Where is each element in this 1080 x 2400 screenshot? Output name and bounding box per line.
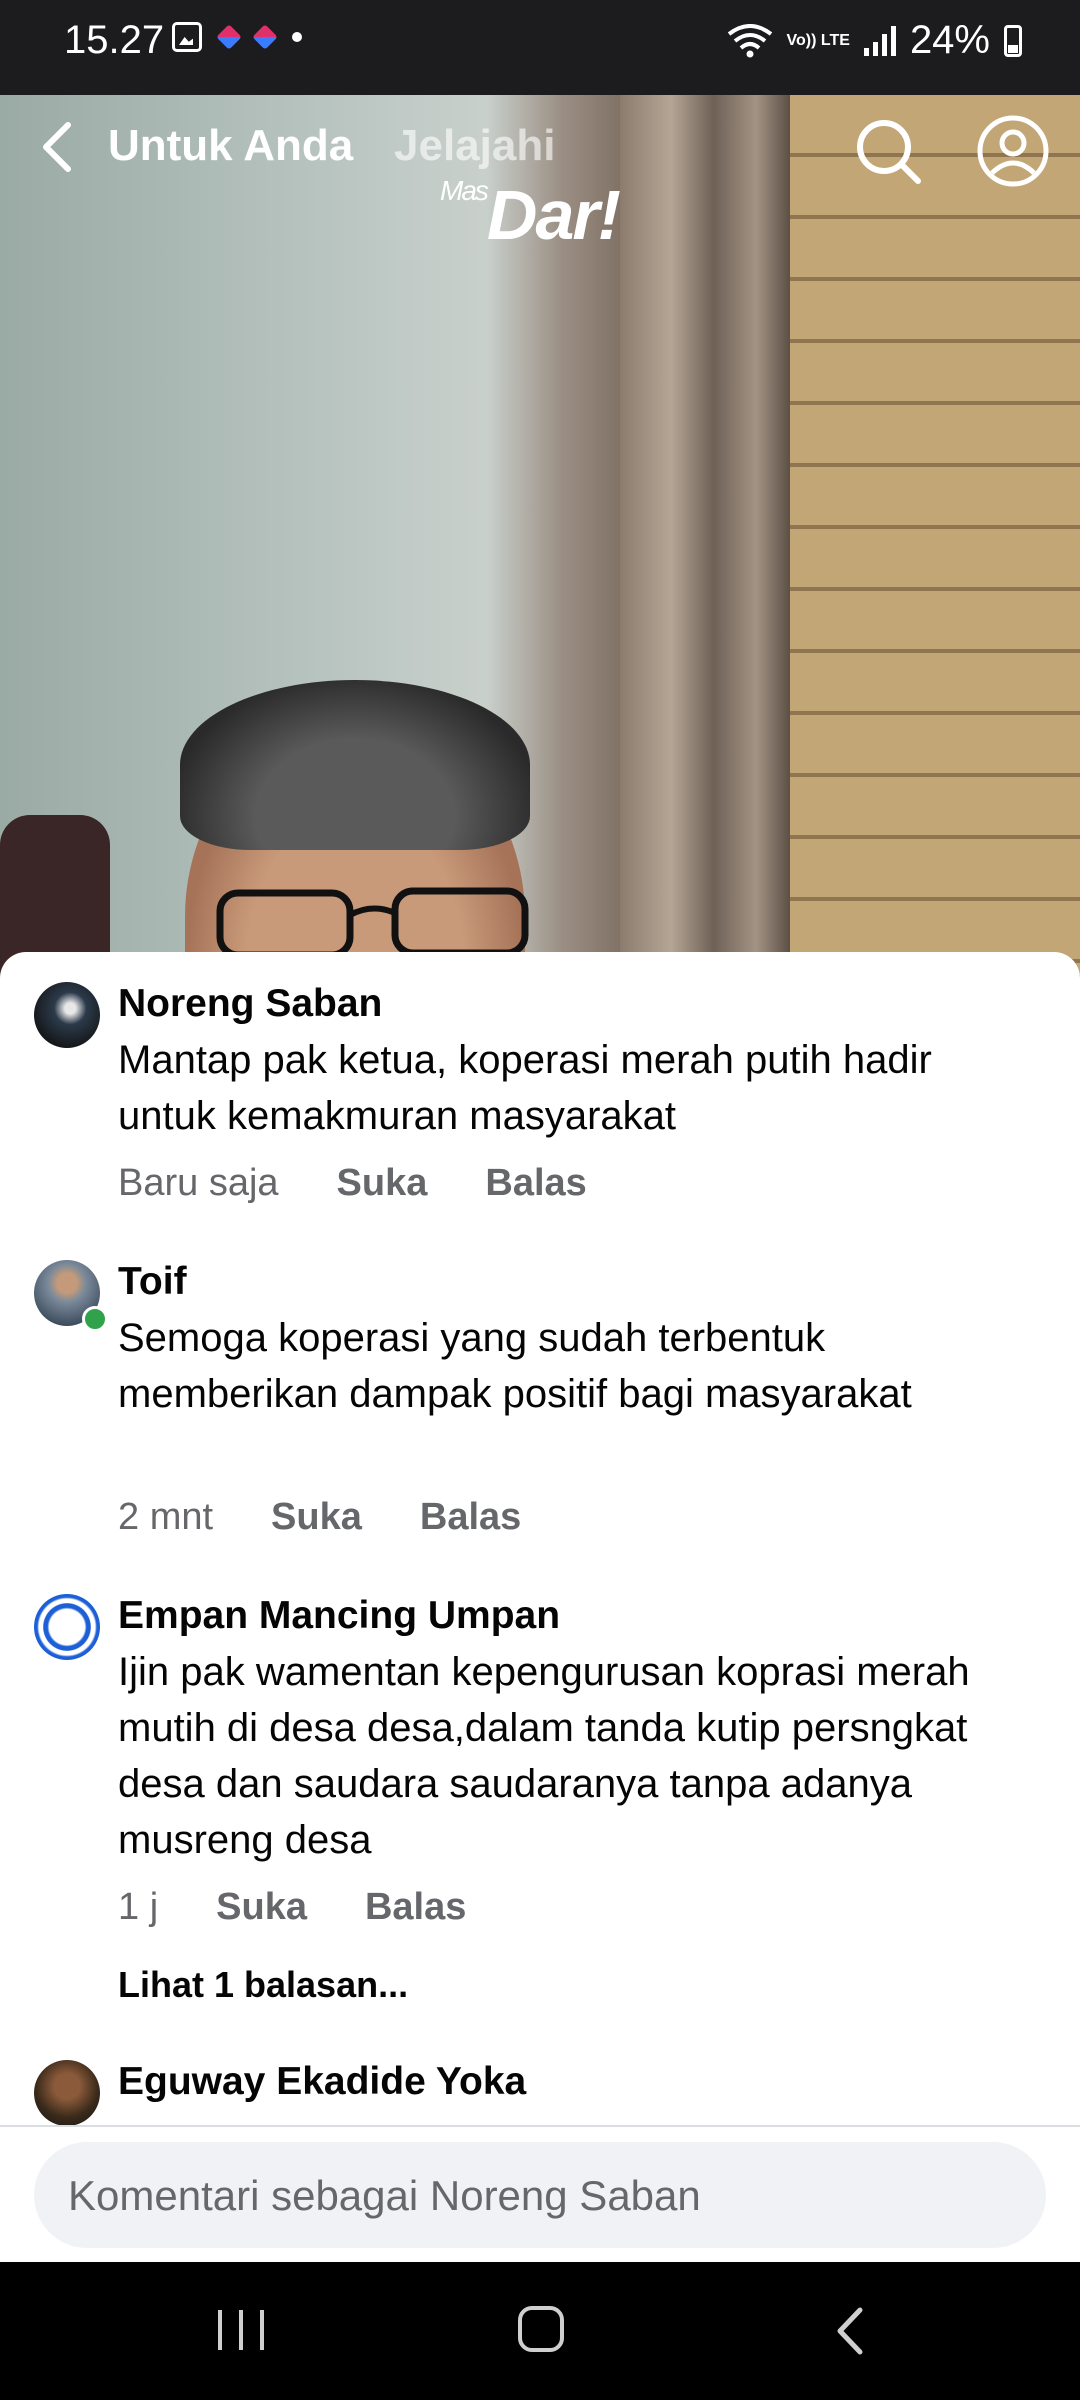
- comment-text: Ijin pak wamentan kepengurusan koprasi m…: [118, 1650, 970, 1862]
- comment-input[interactable]: Komentari sebagai Noreng Saban: [34, 2142, 1046, 2248]
- comment-time: Baru saja: [118, 1162, 279, 1204]
- system-back-icon[interactable]: [830, 2304, 870, 2358]
- comment-author[interactable]: Noreng Saban: [118, 982, 382, 1026]
- wifi-icon: [727, 23, 772, 57]
- comment-author[interactable]: Empan Mancing Umpan: [118, 1594, 560, 1638]
- recents-button[interactable]: [218, 2310, 264, 2350]
- tab-jelajahi[interactable]: Jelajahi: [394, 121, 555, 171]
- like-button[interactable]: Suka: [271, 1496, 362, 1539]
- person-hair: [180, 680, 530, 850]
- app-notification-icon: [252, 24, 278, 50]
- app-notification-icon: [216, 24, 242, 50]
- battery-percent: 24%: [909, 18, 990, 62]
- background-wall: [790, 95, 1080, 975]
- reply-button[interactable]: Balas: [485, 1162, 586, 1205]
- tab-untuk-anda[interactable]: Untuk Anda: [108, 121, 353, 171]
- background-chair: [0, 815, 110, 975]
- comment-input-placeholder: Komentari sebagai Noreng Saban: [68, 2172, 701, 2219]
- system-nav-bar: [0, 2262, 1080, 2400]
- background-pillar: [620, 95, 790, 975]
- home-button[interactable]: [518, 2306, 564, 2352]
- comment-meta: 2 mnt Suka Balas: [118, 1496, 579, 1539]
- comments-list[interactable]: Noreng Saban Mantap pak ketua, koperasi …: [0, 952, 1080, 2125]
- back-arrow-icon[interactable]: [30, 117, 90, 177]
- comment-time: 2 mnt: [118, 1496, 214, 1538]
- gallery-icon: [172, 22, 202, 52]
- comment-time: 1 j: [118, 1886, 159, 1928]
- more-notifications-icon: [292, 32, 302, 42]
- search-icon[interactable]: [852, 115, 924, 187]
- profile-icon[interactable]: [975, 113, 1051, 189]
- status-bar: 15.27 Vo)) LTE 24%: [0, 0, 1080, 95]
- status-right: Vo)) LTE 24%: [727, 18, 1022, 63]
- comment-text: Semoga koperasi yang sudah terbentuk mem…: [118, 1316, 912, 1416]
- avatar[interactable]: [34, 982, 100, 1048]
- comment-author[interactable]: Eguway Ekadide Yoka: [118, 2060, 526, 2104]
- channel-logo: MasDar!: [440, 175, 621, 254]
- volte-icon: Vo)) LTE: [786, 31, 850, 49]
- avatar[interactable]: [34, 2060, 100, 2125]
- comments-sheet: Noreng Saban Mantap pak ketua, koperasi …: [0, 952, 1080, 2262]
- comment-meta: 1 j Suka Balas: [118, 1886, 524, 1929]
- avatar[interactable]: [34, 1594, 100, 1660]
- comment-text: Mantap pak ketua, koperasi merah putih h…: [118, 1038, 932, 1138]
- comment-meta: Baru saja Suka Balas: [118, 1162, 645, 1205]
- reply-button[interactable]: Balas: [420, 1496, 521, 1539]
- view-replies-link[interactable]: Lihat 1 balasan...: [118, 1964, 408, 2006]
- online-status-icon: [82, 1306, 108, 1332]
- like-button[interactable]: Suka: [337, 1162, 428, 1205]
- battery-icon: [1004, 24, 1022, 57]
- input-divider: [0, 2125, 1080, 2127]
- reply-button[interactable]: Balas: [365, 1886, 466, 1929]
- like-button[interactable]: Suka: [216, 1886, 307, 1929]
- video-top-bar: Untuk Anda Jelajahi MasDar!: [0, 95, 1080, 254]
- signal-icon: [863, 25, 896, 56]
- comment-author[interactable]: Toif: [118, 1260, 187, 1304]
- status-time: 15.27: [64, 18, 165, 62]
- notification-icons: [172, 22, 302, 52]
